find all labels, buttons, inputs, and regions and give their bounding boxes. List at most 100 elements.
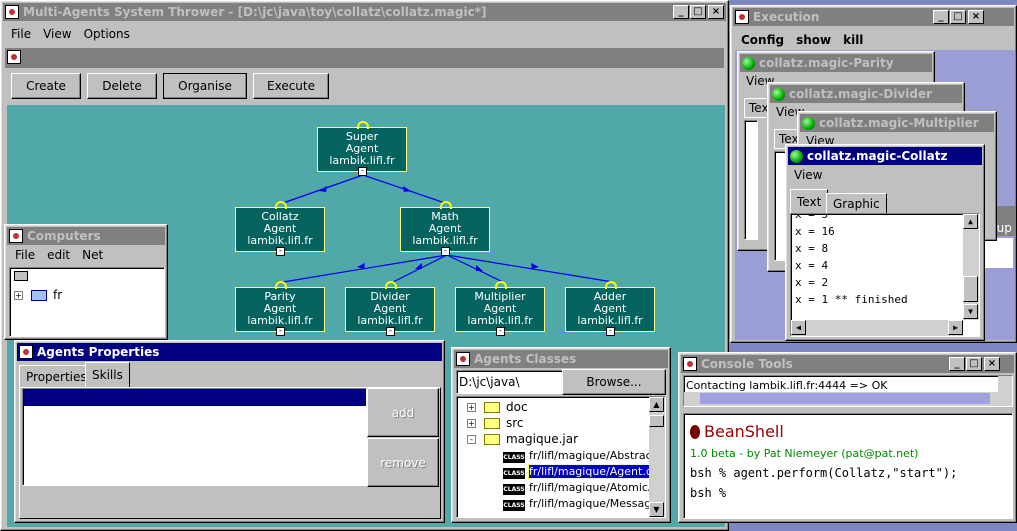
scroll-left-arrow[interactable]: ◀ <box>791 320 806 335</box>
main-titlebar[interactable]: Multi-Agents System Thrower - [D:\jc\jav… <box>3 3 726 21</box>
create-button[interactable]: Create <box>11 73 81 99</box>
menu-options[interactable]: Options <box>78 27 136 41</box>
menu-net[interactable]: Net <box>76 248 109 262</box>
collapse-icon[interactable]: - <box>358 167 367 176</box>
class-item-selected[interactable]: CLASS fr/lifl/magique/Agent.cl <box>503 464 656 479</box>
collapse-icon[interactable]: - <box>276 247 285 256</box>
class-item[interactable]: CLASS fr/lifl/magique/AtomicA <box>503 481 656 495</box>
scroll-thumb[interactable] <box>649 415 664 427</box>
command-line: bsh % agent.perform(Collatz,"start"); <box>690 466 958 480</box>
scroll-up-arrow[interactable]: ▲ <box>963 214 978 229</box>
browse-button[interactable]: Browse... <box>562 369 666 395</box>
classes-scrollbar[interactable]: ▲ ▼ <box>649 397 665 517</box>
tab-text[interactable]: Text <box>790 189 829 213</box>
agent-node-collatz[interactable]: Collatz Agent lambik.lifl.fr - <box>235 201 325 256</box>
scroll-right-arrow[interactable]: ▶ <box>948 320 963 335</box>
collatz-titlebar[interactable]: collatz.magic-Collatz <box>788 147 982 165</box>
maximize-button[interactable]: □ <box>690 5 706 19</box>
agent-node-parity[interactable]: Parity Agent lambik.lifl.fr - <box>235 281 325 336</box>
tab-graphic[interactable]: Graphic <box>826 193 887 213</box>
tab-properties[interactable]: Properties <box>19 365 94 387</box>
menu-file[interactable]: File <box>9 248 41 262</box>
computers-titlebar[interactable]: Computers <box>7 227 165 245</box>
agent-node-multiplier[interactable]: Multiplier Agent lambik.lifl.fr - <box>455 281 545 336</box>
computers-tree[interactable]: + fr <box>9 267 165 337</box>
computers-title: Computers <box>27 229 101 243</box>
classes-titlebar[interactable]: Agents Classes <box>454 350 668 368</box>
minimize-button[interactable]: _ <box>673 5 689 19</box>
parity-titlebar[interactable]: collatz.magic-Parity <box>740 54 932 72</box>
collatz-output[interactable]: x = 5 x = 16 x = 8 x = 4 x = 2 x = 1 ** … <box>790 213 980 337</box>
class-icon: CLASS <box>503 484 525 495</box>
menu-file[interactable]: File <box>5 27 37 41</box>
java-cup-icon <box>5 5 19 19</box>
remove-button[interactable]: remove <box>367 438 439 487</box>
prompt-line[interactable]: bsh % <box>690 486 1006 500</box>
properties-titlebar[interactable]: Agents Properties <box>17 343 442 361</box>
window-title: collatz.magic-Multiplier <box>819 116 979 130</box>
expand-icon[interactable]: + <box>467 403 476 412</box>
bean-icon <box>690 424 700 439</box>
multiplier-titlebar[interactable]: collatz.magic-Multiplier <box>800 114 994 132</box>
java-cup-icon <box>19 345 33 359</box>
menu-config[interactable]: Config <box>735 33 790 47</box>
selected-skill-row[interactable] <box>23 389 366 406</box>
java-cup-icon <box>456 352 470 366</box>
close-button[interactable]: × <box>708 5 724 19</box>
maximize-button[interactable]: □ <box>950 10 966 24</box>
close-button[interactable]: × <box>984 357 1000 371</box>
classes-tree[interactable]: + doc + src - magique.jar CLASS fr/lifl/magi… <box>456 396 666 518</box>
menu-view[interactable]: View <box>794 168 822 182</box>
execute-button[interactable]: Execute <box>253 73 329 99</box>
scroll-down-arrow[interactable]: ▼ <box>649 502 664 517</box>
menu-kill[interactable]: kill <box>837 33 869 47</box>
execution-title: Execution <box>753 10 820 24</box>
collapse-icon[interactable]: - <box>606 327 615 336</box>
scroll-down-arrow[interactable]: ▼ <box>963 304 978 319</box>
collapse-icon[interactable]: - <box>386 327 395 336</box>
agent-node-adder[interactable]: Adder Agent lambik.lifl.fr - <box>565 281 655 336</box>
skills-list[interactable] <box>22 388 367 486</box>
expand-icon[interactable]: + <box>467 419 476 428</box>
horizontal-scrollbar[interactable]: ◀ ▶ <box>791 320 963 336</box>
tab-skills[interactable]: Skills <box>85 362 130 387</box>
scroll-thumb[interactable] <box>700 393 990 404</box>
scroll-thumb[interactable] <box>963 276 978 302</box>
delete-button[interactable]: Delete <box>87 73 157 99</box>
class-item[interactable]: CLASS fr/lifl/magique/Messag <box>503 497 651 511</box>
menu-view[interactable]: View <box>37 27 77 41</box>
add-button[interactable]: add <box>367 388 439 437</box>
tree-node-fr[interactable]: + fr <box>14 288 62 302</box>
execution-titlebar[interactable]: Execution _ □ × <box>733 8 1014 26</box>
menu-show[interactable]: show <box>790 33 837 47</box>
tree-node-doc[interactable]: + doc <box>467 400 528 414</box>
divider-titlebar[interactable]: collatz.magic-Divider <box>770 85 962 103</box>
agent-node-math[interactable]: Math Agent lambik.lifl.fr - <box>400 201 490 256</box>
close-button[interactable]: × <box>968 10 984 24</box>
agent-node-super[interactable]: Super Agent lambik.lifl.fr - <box>317 121 407 176</box>
organise-button[interactable]: Organise <box>163 73 247 99</box>
console-titlebar[interactable]: Console Tools _ □ × <box>681 355 1014 373</box>
collapse-icon[interactable]: - <box>276 327 285 336</box>
minimize-button[interactable]: _ <box>933 10 949 24</box>
class-item[interactable]: CLASS fr/lifl/magique/Abstract <box>503 449 656 463</box>
menu-edit[interactable]: edit <box>41 248 76 262</box>
expand-icon[interactable]: + <box>14 291 23 300</box>
agent-node-divider[interactable]: Divider Agent lambik.lifl.fr - <box>345 281 435 336</box>
window-title: collatz.magic-Parity <box>759 56 894 70</box>
collapse-icon[interactable]: - <box>496 327 505 336</box>
beanshell-console[interactable]: BeanShell 1.0 beta - by Pat Niemeyer (pa… <box>683 413 1013 519</box>
collapse-icon[interactable]: - <box>467 435 476 444</box>
path-value: D:\jc\java\ <box>459 375 520 389</box>
tree-node-magique-jar[interactable]: - magique.jar <box>467 432 578 446</box>
classes-path-field[interactable]: D:\jc\java\ <box>456 370 564 394</box>
collapse-icon[interactable]: - <box>441 247 450 256</box>
vertical-scrollbar[interactable] <box>998 376 1012 406</box>
maximize-button[interactable]: □ <box>966 357 982 371</box>
horizontal-scrollbar[interactable] <box>684 392 998 406</box>
tree-node-src[interactable]: + src <box>467 416 524 430</box>
console-tools-window: Console Tools _ □ × Contacting lambik.li… <box>678 352 1017 523</box>
vertical-scrollbar[interactable]: ▲ ▼ <box>963 214 979 320</box>
minimize-button[interactable]: _ <box>949 357 965 371</box>
scroll-up-arrow[interactable]: ▲ <box>649 397 664 412</box>
